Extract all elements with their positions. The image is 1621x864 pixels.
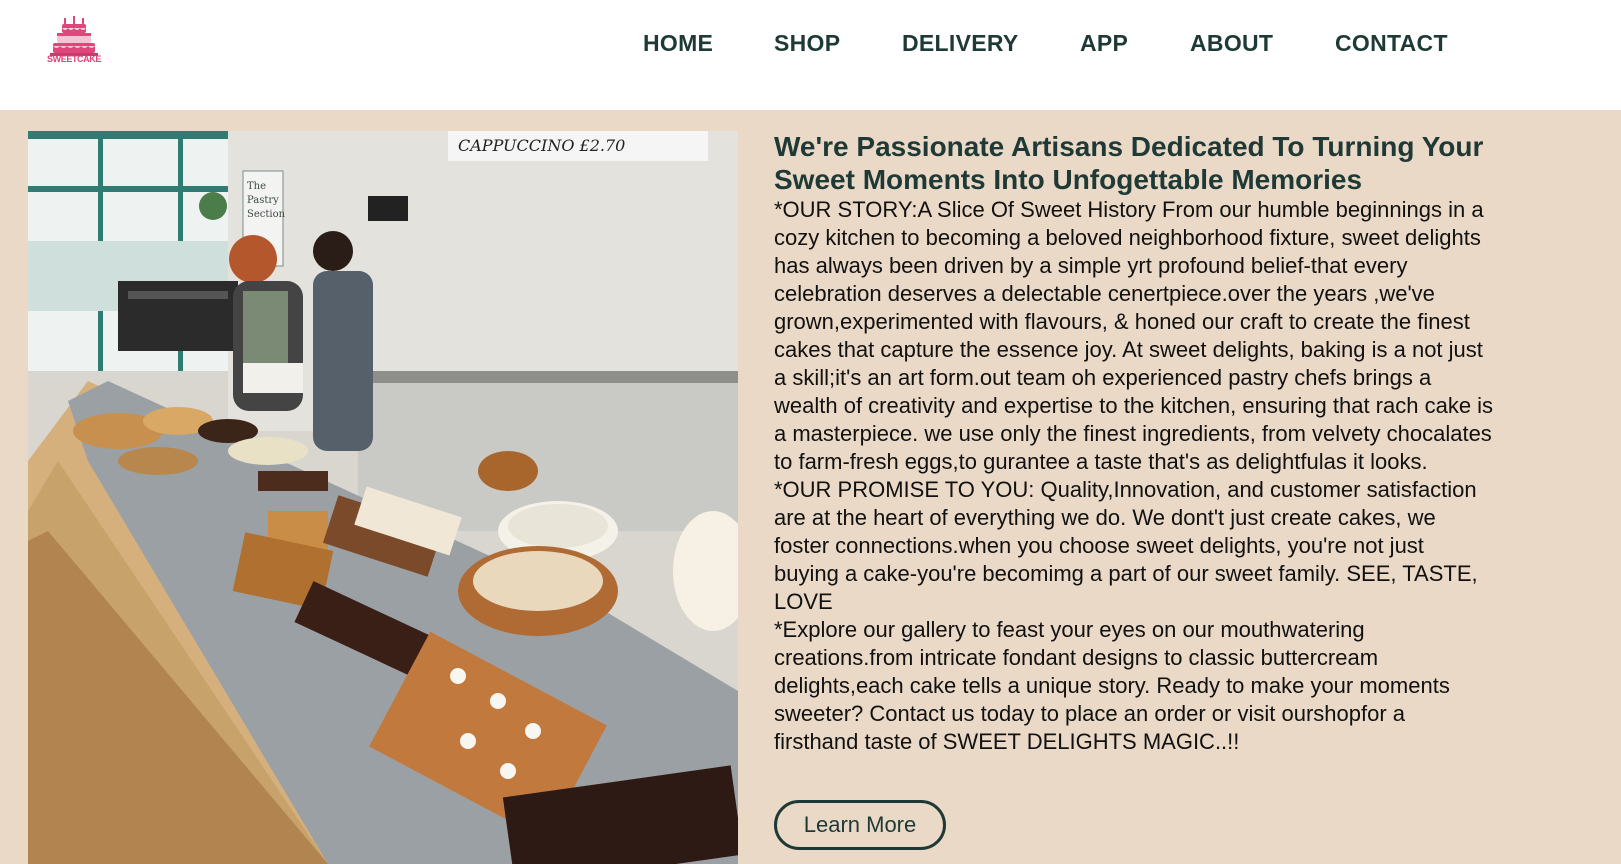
- main-nav: HOME SHOP DELIVERY APP ABOUT CONTACT: [0, 26, 1621, 60]
- svg-text:Pastry: Pastry: [247, 195, 279, 206]
- about-headline: We're Passionate Artisans Dedicated To T…: [774, 131, 1484, 195]
- story-paragraph: *OUR STORY:A Slice Of Sweet History From…: [774, 197, 1494, 474]
- svg-text:Section: Section: [247, 209, 286, 220]
- nav-shop[interactable]: SHOP: [774, 26, 840, 60]
- learn-more-button[interactable]: Learn More: [774, 800, 946, 850]
- about-section: We're Passionate Artisans Dedicated To T…: [774, 130, 1494, 756]
- gallery-paragraph: *Explore our gallery to feast your eyes …: [774, 617, 1450, 754]
- nav-contact[interactable]: CONTACT: [1335, 26, 1448, 60]
- nav-delivery[interactable]: DELIVERY: [902, 26, 1019, 60]
- price-sign: CAPPUCCINO £2.70: [458, 136, 625, 155]
- poster-text: The: [247, 181, 266, 192]
- bakery-counter-photo: The Pastry Section CAPPUCCINO £2.70: [28, 131, 738, 864]
- site-header: SWEETCAKE HOME SHOP DELIVERY APP ABOUT C…: [0, 0, 1621, 110]
- nav-about[interactable]: ABOUT: [1190, 26, 1273, 60]
- nav-app[interactable]: APP: [1080, 26, 1128, 60]
- nav-home[interactable]: HOME: [643, 26, 713, 60]
- promise-paragraph: *OUR PROMISE TO YOU: Quality,Innovation,…: [774, 477, 1478, 614]
